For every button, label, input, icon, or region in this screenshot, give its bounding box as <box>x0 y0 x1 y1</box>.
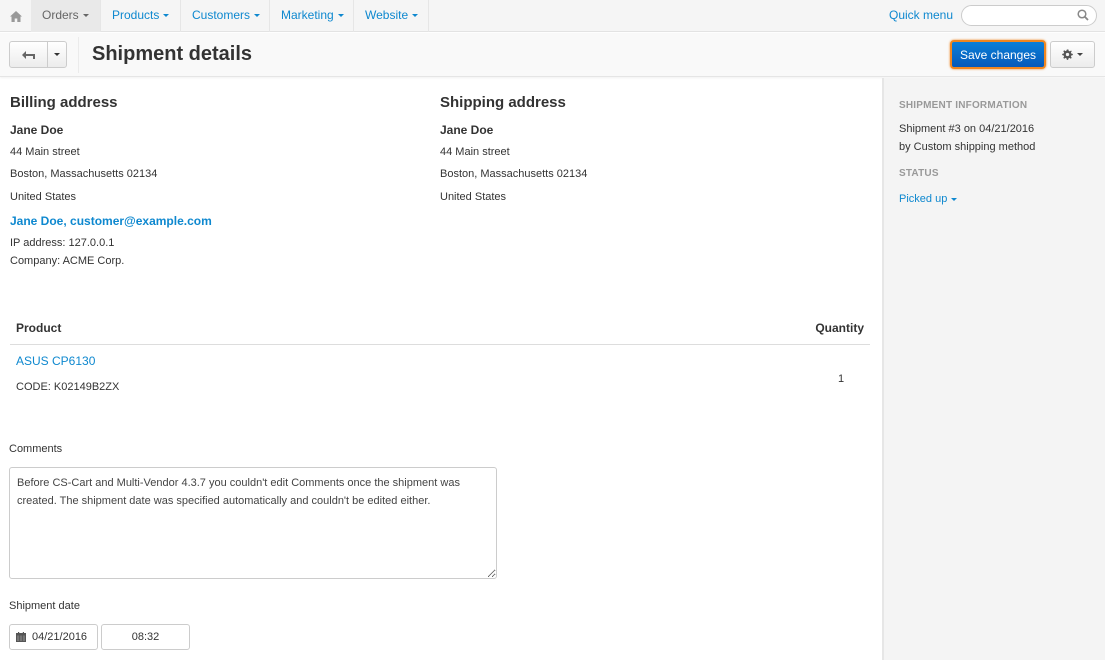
column-header-product: Product <box>16 321 62 335</box>
home-icon <box>9 10 22 22</box>
chevron-down-icon <box>54 53 60 56</box>
comments-textarea[interactable]: Before CS-Cart and Multi-Vendor 4.3.7 yo… <box>9 467 497 579</box>
nav-website[interactable]: Website <box>354 0 429 32</box>
column-header-quantity: Quantity <box>815 321 864 335</box>
save-changes-button[interactable]: Save changes <box>950 40 1046 69</box>
billing-country: United States <box>10 191 77 203</box>
shipping-country: United States <box>440 191 507 203</box>
home-button[interactable] <box>0 0 31 32</box>
product-quantity: 1 <box>838 373 845 385</box>
back-button[interactable] <box>10 42 48 67</box>
chevron-down-icon <box>82 14 89 18</box>
billing-name: Jane Doe <box>10 123 64 137</box>
chevron-down-icon <box>951 197 958 201</box>
chevron-down-icon <box>163 14 170 18</box>
billing-city: Boston, Massachusetts 02134 <box>10 168 158 180</box>
nav-products[interactable]: Products <box>101 0 181 32</box>
billing-address-title: Billing address <box>10 94 118 111</box>
chevron-down-icon <box>337 14 344 18</box>
back-button-group <box>9 41 67 68</box>
shipment-info-heading: Shipment information <box>899 100 1028 111</box>
shipping-street: 44 Main street <box>440 146 510 158</box>
shipment-date-input[interactable]: 04/21/2016 <box>9 624 98 650</box>
nav-orders[interactable]: Orders <box>31 0 101 32</box>
comments-label: Comments <box>9 443 63 455</box>
nav-marketing[interactable]: Marketing <box>270 0 354 32</box>
product-link[interactable]: ASUS CP6130 <box>16 354 95 368</box>
chevron-down-icon <box>254 14 261 18</box>
status-dropdown[interactable]: Picked up <box>899 193 958 205</box>
search-input[interactable] <box>970 6 1080 25</box>
search-icon[interactable] <box>1077 9 1089 21</box>
gear-icon <box>1062 49 1073 60</box>
billing-street: 44 Main street <box>10 146 80 158</box>
nav-customers[interactable]: Customers <box>181 0 270 32</box>
shipment-date-value: 04/21/2016 <box>32 631 88 643</box>
main-content: Billing address Jane Doe 44 Main street … <box>0 78 882 660</box>
back-dropdown-button[interactable] <box>48 42 66 67</box>
page-title: Shipment details <box>92 43 253 65</box>
billing-company: Company: ACME Corp. <box>10 255 125 267</box>
chevron-down-icon <box>1077 53 1083 56</box>
shipment-info-line2: by Custom shipping method <box>899 141 1036 153</box>
back-arrow-icon <box>22 50 35 59</box>
quick-menu-link[interactable]: Quick menu <box>889 0 953 31</box>
top-nav: Orders Products Customers Marketing Webs… <box>0 0 1105 32</box>
status-heading: Status <box>899 168 939 179</box>
shipment-date-label: Shipment date <box>9 600 80 612</box>
shipment-info-line1: Shipment #3 on 04/21/2016 <box>899 123 1035 135</box>
billing-ip: IP address: 127.0.0.1 <box>10 237 115 249</box>
customer-contact-link[interactable]: Jane Doe, customer@example.com <box>10 214 212 228</box>
shipping-city: Boston, Massachusetts 02134 <box>440 168 588 180</box>
sidebar: Shipment information Shipment #3 on 04/2… <box>882 78 1105 660</box>
calendar-icon <box>16 632 26 642</box>
products-table-header: Product Quantity <box>10 318 870 345</box>
toolbar: Shipment details Save changes <box>0 33 1105 77</box>
toolbar-divider <box>78 37 79 73</box>
chevron-down-icon <box>412 14 419 18</box>
shipment-time-input[interactable] <box>101 624 190 650</box>
search-box <box>961 5 1097 26</box>
product-code: CODE: K02149B2ZX <box>16 381 120 393</box>
shipping-address-title: Shipping address <box>440 94 566 111</box>
shipping-name: Jane Doe <box>440 123 494 137</box>
settings-dropdown-button[interactable] <box>1050 41 1095 68</box>
